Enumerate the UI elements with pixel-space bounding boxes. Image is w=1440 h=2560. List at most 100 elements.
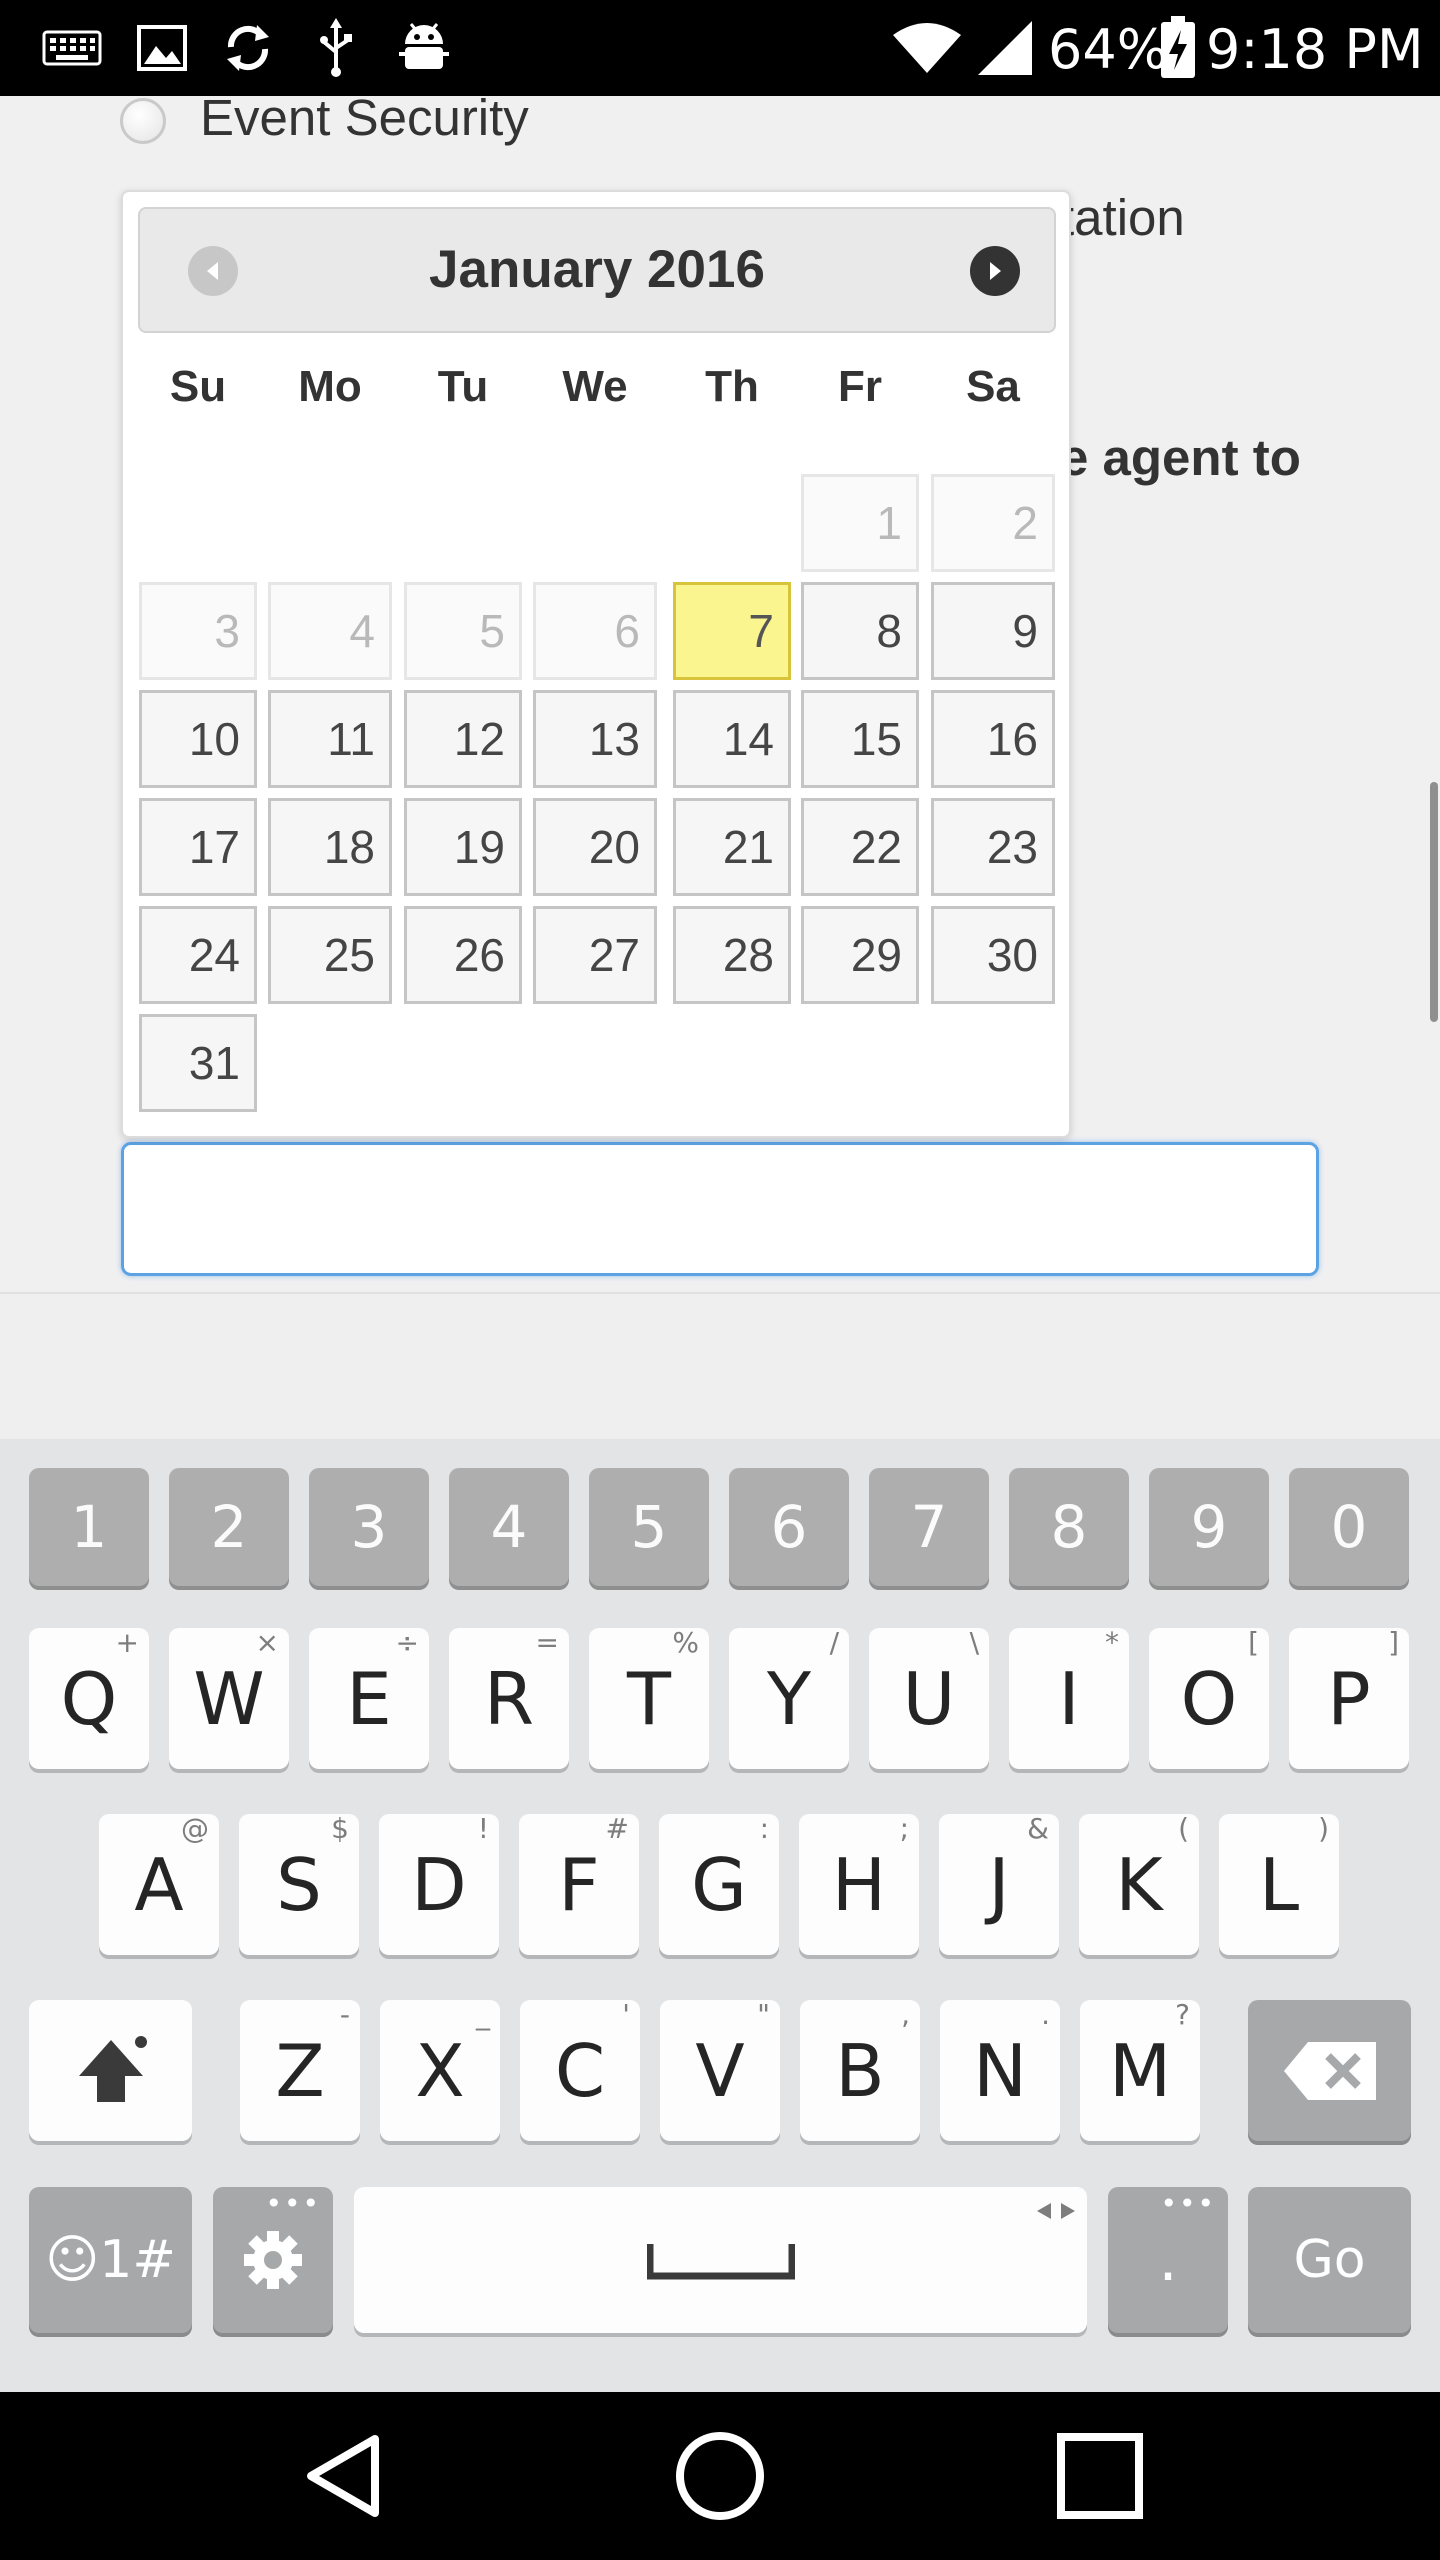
number-key[interactable]: 0 <box>1289 1468 1409 1586</box>
letter-key[interactable]: ' C <box>520 1998 640 2141</box>
go-key[interactable]: Go <box>1248 2187 1411 2333</box>
number-key[interactable]: 1 <box>29 1468 149 1586</box>
number-key[interactable]: 7 <box>869 1468 989 1586</box>
letter-key[interactable]: % T <box>589 1626 709 1769</box>
day-cell[interactable]: 29 <box>801 906 919 1004</box>
day-cell[interactable]: 18 <box>268 798 392 896</box>
letter-key[interactable]: ÷ E <box>309 1626 429 1769</box>
event-security-radio[interactable] <box>120 98 166 144</box>
day-cell[interactable]: 23 <box>931 798 1055 896</box>
key-label: X <box>415 2028 465 2113</box>
letter-key[interactable]: ) L <box>1219 1812 1339 1955</box>
letter-key[interactable]: :G <box>659 1812 779 1955</box>
letter-key[interactable]: * I <box>1009 1626 1129 1769</box>
recents-button[interactable] <box>1000 2392 1200 2560</box>
day-cell[interactable]: 14 <box>673 690 791 788</box>
letter-key[interactable]: ! D <box>379 1812 499 1955</box>
letter-key[interactable]: / Y <box>729 1626 849 1769</box>
period-more-dots: ••• <box>1160 2187 1216 2220</box>
day-cell[interactable]: 17 <box>139 798 257 896</box>
chevron-right-icon <box>990 262 1001 280</box>
date-input[interactable] <box>121 1142 1319 1276</box>
home-button[interactable] <box>620 2392 820 2560</box>
day-cell[interactable]: 9 <box>931 582 1055 680</box>
prev-month-button[interactable] <box>188 246 238 296</box>
space-key[interactable] <box>354 2187 1087 2333</box>
day-cell[interactable]: 20 <box>533 798 657 896</box>
number-key[interactable]: 2 <box>169 1468 289 1586</box>
number-key[interactable]: 9 <box>1149 1468 1269 1586</box>
letter-key[interactable]: (K <box>1079 1812 1199 1955</box>
day-cell[interactable]: 24 <box>139 906 257 1004</box>
letter-key[interactable]: ] P <box>1289 1626 1409 1769</box>
backspace-key[interactable] <box>1248 2000 1411 2141</box>
number-key-label: 2 <box>210 1493 248 1561</box>
settings-key[interactable]: ••• <box>213 2187 333 2333</box>
day-cell[interactable]: 28 <box>673 906 791 1004</box>
day-cell[interactable]: 12 <box>404 690 522 788</box>
day-cell[interactable]: 30 <box>931 906 1055 1004</box>
day-cell[interactable]: 19 <box>404 798 522 896</box>
next-month-button[interactable] <box>970 246 1020 296</box>
letter-key[interactable]: & J <box>939 1812 1059 1955</box>
letter-key[interactable]: [O <box>1149 1626 1269 1769</box>
letter-key[interactable]: + Q <box>29 1626 149 1769</box>
letter-key[interactable]: ,B <box>800 1998 920 2141</box>
key-hint: ÷ <box>395 1626 419 1659</box>
key-hint: ; <box>899 1812 909 1845</box>
key-hint: * <box>1105 1626 1119 1659</box>
day-cell[interactable]: 8 <box>801 582 919 680</box>
day-cell[interactable]: 11 <box>268 690 392 788</box>
number-key[interactable]: 6 <box>729 1468 849 1586</box>
day-cell[interactable]: 13 <box>533 690 657 788</box>
keyboard-suggestion-strip <box>0 1292 1440 1439</box>
letter-key[interactable]: -Z <box>240 1998 360 2141</box>
key-hint: ' <box>622 1998 630 2031</box>
day-cell-today[interactable]: 7 <box>673 582 791 680</box>
day-cell: 6 <box>533 582 657 680</box>
letter-key[interactable]: = R <box>449 1626 569 1769</box>
datepicker-title: January 2016 <box>429 240 765 299</box>
key-label: T <box>627 1656 671 1741</box>
battery-percent: 64% <box>1048 18 1169 81</box>
more-options-dots: ••• <box>265 2187 321 2220</box>
shift-key[interactable] <box>29 2000 192 2141</box>
day-cell[interactable]: 27 <box>533 906 657 1004</box>
letter-key[interactable]: # F <box>519 1812 639 1955</box>
day-cell[interactable]: 16 <box>931 690 1055 788</box>
letter-key[interactable]: ? M <box>1080 1998 1200 2141</box>
number-key[interactable]: 5 <box>589 1468 709 1586</box>
day-cell[interactable]: 22 <box>801 798 919 896</box>
usb-icon <box>306 0 366 96</box>
day-cell[interactable]: 26 <box>404 906 522 1004</box>
letter-key[interactable]: @ A <box>99 1812 219 1955</box>
key-label: Y <box>767 1656 811 1741</box>
period-key[interactable]: ••• . <box>1108 2187 1228 2333</box>
number-key[interactable]: 3 <box>309 1468 429 1586</box>
key-label: U <box>902 1656 956 1741</box>
day-cell[interactable]: 15 <box>801 690 919 788</box>
key-label: H <box>831 1842 887 1927</box>
letter-key[interactable]: .N <box>940 1998 1060 2141</box>
day-cell[interactable]: 25 <box>268 906 392 1004</box>
letter-key[interactable]: $ S <box>239 1812 359 1955</box>
number-key[interactable]: 4 <box>449 1468 569 1586</box>
day-cell[interactable]: 21 <box>673 798 791 896</box>
letter-key[interactable]: _ X <box>380 1998 500 2141</box>
letter-key[interactable]: × W <box>169 1626 289 1769</box>
letter-key[interactable]: ; H <box>799 1812 919 1955</box>
letter-key[interactable]: " V <box>660 1998 780 2141</box>
symbols-key[interactable]: ☺1# <box>29 2187 192 2333</box>
scrollbar-thumb[interactable] <box>1430 782 1438 1022</box>
letter-key[interactable]: \ U <box>869 1626 989 1769</box>
number-key[interactable]: 8 <box>1009 1468 1129 1586</box>
day-cell[interactable]: 10 <box>139 690 257 788</box>
home-circle-icon <box>676 2432 764 2520</box>
weekday-header: Su <box>169 362 227 411</box>
key-label: S <box>276 1842 322 1927</box>
key-label: I <box>1058 1656 1080 1741</box>
battery-charging-icon <box>1156 0 1200 96</box>
day-cell[interactable]: 31 <box>139 1014 257 1112</box>
back-button[interactable] <box>243 2392 443 2560</box>
keyboard-icon <box>40 0 104 96</box>
